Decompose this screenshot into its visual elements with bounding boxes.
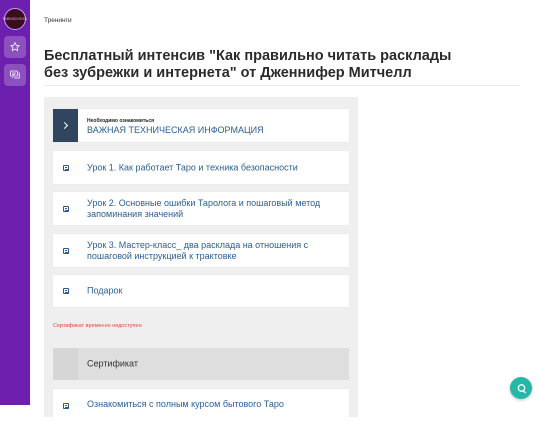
lesson-title: Урок 1. Как работает Таро и техника безо… [87, 162, 298, 172]
title-divider [44, 85, 520, 86]
full-course-card[interactable]: Ознакомиться с полным курсом бытового Та… [53, 389, 349, 422]
sidebar-item-chats[interactable] [4, 64, 26, 86]
chat-support-button[interactable] [510, 377, 532, 399]
certificate-title: Сертификат [87, 358, 138, 369]
lesson-card-2[interactable]: Урок 2. Основные ошибки Таролога и пошаг… [53, 192, 349, 225]
document-icon [62, 402, 69, 409]
chat-icon [10, 70, 20, 79]
tech-info-label: ВАЖНАЯ ТЕХНИЧЕСКАЯ ИНФОРМАЦИЯ [87, 125, 264, 135]
document-icon [62, 164, 69, 171]
page-title: Бесплатный интенсив "Как правильно читат… [44, 48, 452, 81]
tech-info-overline: Необходимо ознакомиться [87, 118, 155, 124]
school-logo[interactable]: TAROSCHOOL [2, 8, 28, 30]
chat-bubble-icon [517, 383, 526, 393]
gift-card[interactable]: Подарок [53, 275, 349, 307]
certificate-card: Сертификат [53, 348, 349, 380]
certificate-unavailable-note: Сертификат временно недоступен [53, 323, 142, 329]
document-icon [62, 247, 69, 254]
star-icon [10, 42, 20, 51]
expand-cell[interactable] [53, 109, 78, 142]
course-content-panel: Необходимо ознакомиться ВАЖНАЯ ТЕХНИЧЕСК… [44, 97, 358, 422]
certificate-icon-cell [53, 348, 78, 380]
lesson-card-1[interactable]: Урок 1. Как работает Таро и техника безо… [53, 151, 349, 184]
tech-info-card[interactable]: Необходимо ознакомиться ВАЖНАЯ ТЕХНИЧЕСК… [53, 109, 349, 142]
chevron-right-icon [60, 121, 69, 130]
lesson-title: Урок 2. Основные ошибки Таролога и пошаг… [87, 197, 321, 219]
gift-title: Подарок [87, 285, 123, 296]
breadcrumb[interactable]: Тренинги [44, 17, 72, 24]
logo-text: TAROSCHOOL [2, 17, 28, 21]
sidebar: TAROSCHOOL [0, 0, 30, 405]
lesson-title: Урок 3. Мастер-класс_ два расклада на от… [87, 239, 309, 261]
document-icon [62, 288, 69, 294]
lesson-card-3[interactable]: Урок 3. Мастер-класс_ два расклада на от… [53, 234, 349, 267]
document-icon [62, 205, 69, 212]
sidebar-item-trainings[interactable] [4, 36, 26, 58]
